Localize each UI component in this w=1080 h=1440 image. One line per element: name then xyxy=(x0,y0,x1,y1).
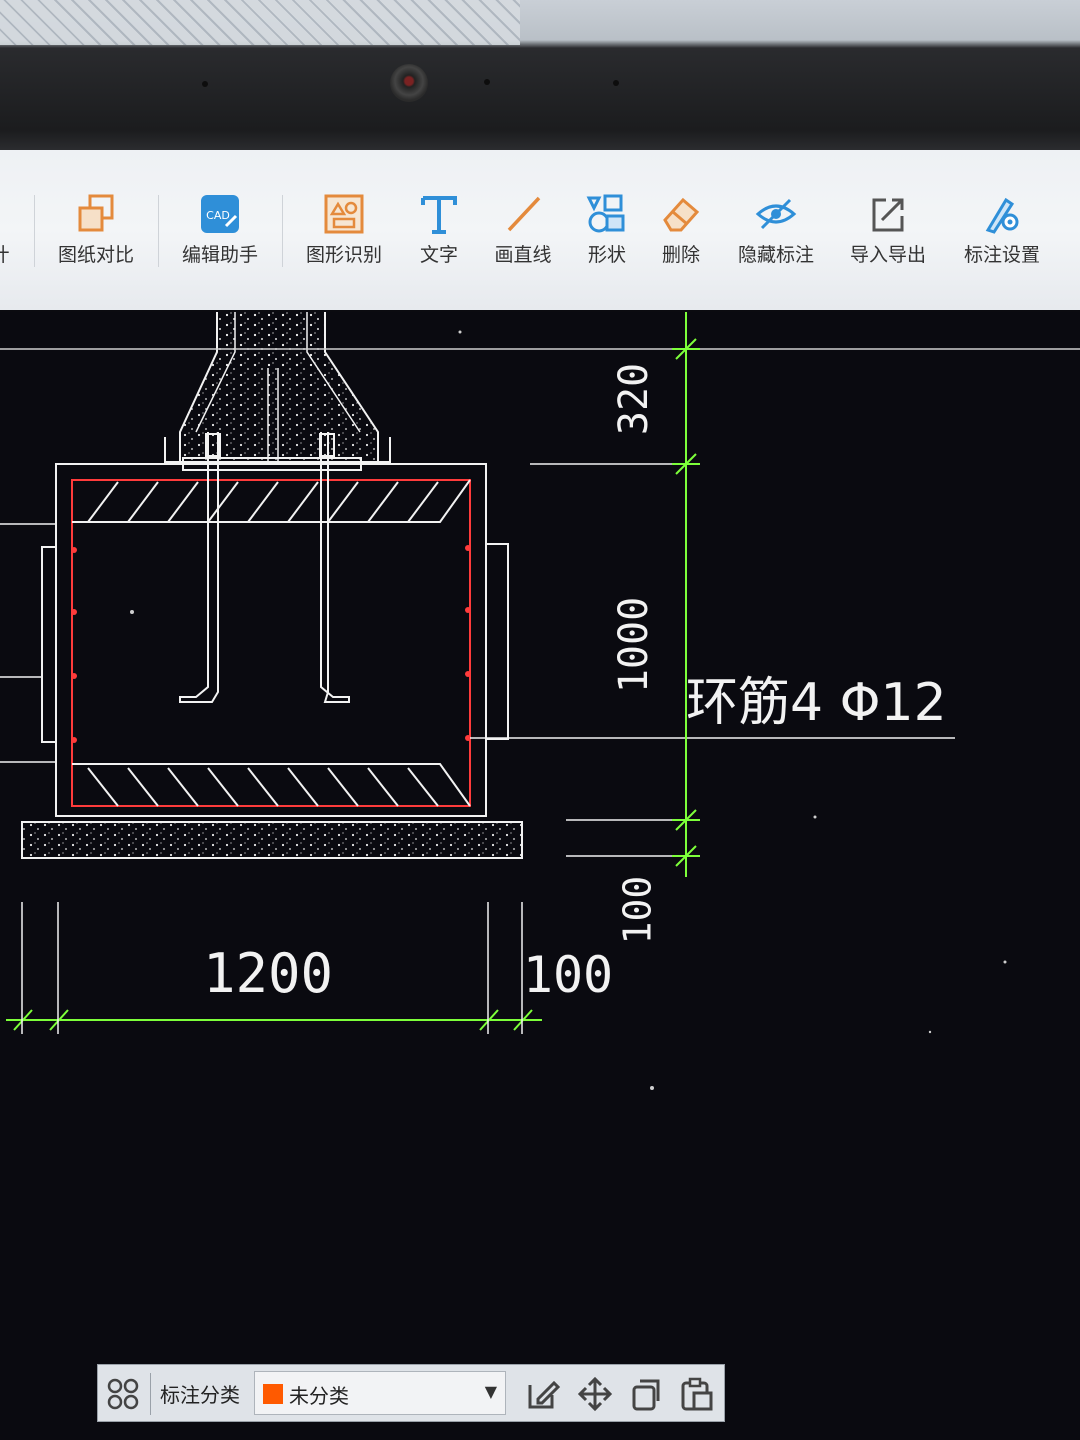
edit-icon[interactable] xyxy=(524,1375,562,1413)
tool-import-export[interactable]: 导入导出 xyxy=(846,192,930,272)
cad-edit-assistant-icon: CAD xyxy=(201,195,239,233)
rebar-annotation[interactable]: 环筋4 Φ12 xyxy=(686,673,947,733)
shapes-icon xyxy=(586,194,625,233)
copy-icon[interactable] xyxy=(628,1375,666,1413)
annotation-category-value: 未分类 xyxy=(289,1384,349,1408)
import-export-icon xyxy=(872,198,904,232)
toolbar-divider xyxy=(158,195,159,267)
tool-draw-line[interactable]: 画直线 xyxy=(490,192,556,272)
chevron-down-icon: ▼ xyxy=(484,1382,497,1401)
canvas-background xyxy=(0,312,1080,1440)
eraser-icon xyxy=(663,197,700,232)
cad-badge: CAD xyxy=(206,209,230,222)
dim-text-100-vertical: 100 xyxy=(616,876,660,945)
draw-line-icon xyxy=(507,196,541,232)
toolbar-divider xyxy=(34,195,35,267)
tool-delete[interactable]: 删除 xyxy=(656,192,706,272)
cad-drawing-canvas[interactable]: 320 1000 100 1200 100 环筋4 Φ12 xyxy=(0,312,1080,1440)
laptop-bezel xyxy=(0,0,1080,150)
tool-text[interactable]: 文字 xyxy=(412,192,466,272)
annotation-category-select[interactable]: 未分类 ▼ xyxy=(254,1371,506,1415)
hide-annotation-icon xyxy=(755,198,797,230)
toolbar-divider xyxy=(282,195,283,267)
bar-divider xyxy=(150,1373,151,1415)
tool-edit-assistant[interactable]: CAD 编辑助手 xyxy=(178,192,262,272)
dim-text-320: 320 xyxy=(611,363,657,435)
bezel-dot xyxy=(484,79,490,85)
tool-compare-drawings[interactable]: 图纸对比 xyxy=(54,192,138,272)
shape-recognition-icon xyxy=(324,194,364,234)
dim-text-1000: 1000 xyxy=(611,597,657,693)
grid-apps-icon[interactable] xyxy=(106,1377,140,1411)
move-icon[interactable] xyxy=(576,1375,614,1413)
paste-icon[interactable] xyxy=(678,1375,716,1413)
dim-text-1200: 1200 xyxy=(203,942,333,1005)
toolbar-item-partial[interactable]: 计 xyxy=(0,192,12,272)
category-color-swatch xyxy=(263,1384,283,1404)
bezel-dot xyxy=(613,80,619,86)
footing-pad xyxy=(21,821,523,859)
annotation-category-bar: 标注分类 未分类 ▼ xyxy=(97,1364,725,1422)
text-tool-icon xyxy=(421,196,457,234)
bezel-dot xyxy=(202,81,208,87)
tool-shapes[interactable]: 形状 xyxy=(582,192,632,272)
compare-drawings-icon xyxy=(78,194,114,232)
dim-text-100-side: 100 xyxy=(523,946,613,1004)
tool-annotation-settings[interactable]: 标注设置 xyxy=(960,192,1044,272)
window-background xyxy=(0,0,520,45)
webcam-icon xyxy=(390,64,428,102)
annotation-category-label: 标注分类 xyxy=(160,1383,240,1407)
tool-shape-recognition[interactable]: 图形识别 xyxy=(302,192,386,272)
annotation-settings-icon xyxy=(985,197,1019,234)
drawing-svg: 320 1000 100 1200 100 环筋4 Φ12 xyxy=(0,312,1080,1440)
tool-hide-annotation[interactable]: 隐藏标注 xyxy=(734,192,818,272)
